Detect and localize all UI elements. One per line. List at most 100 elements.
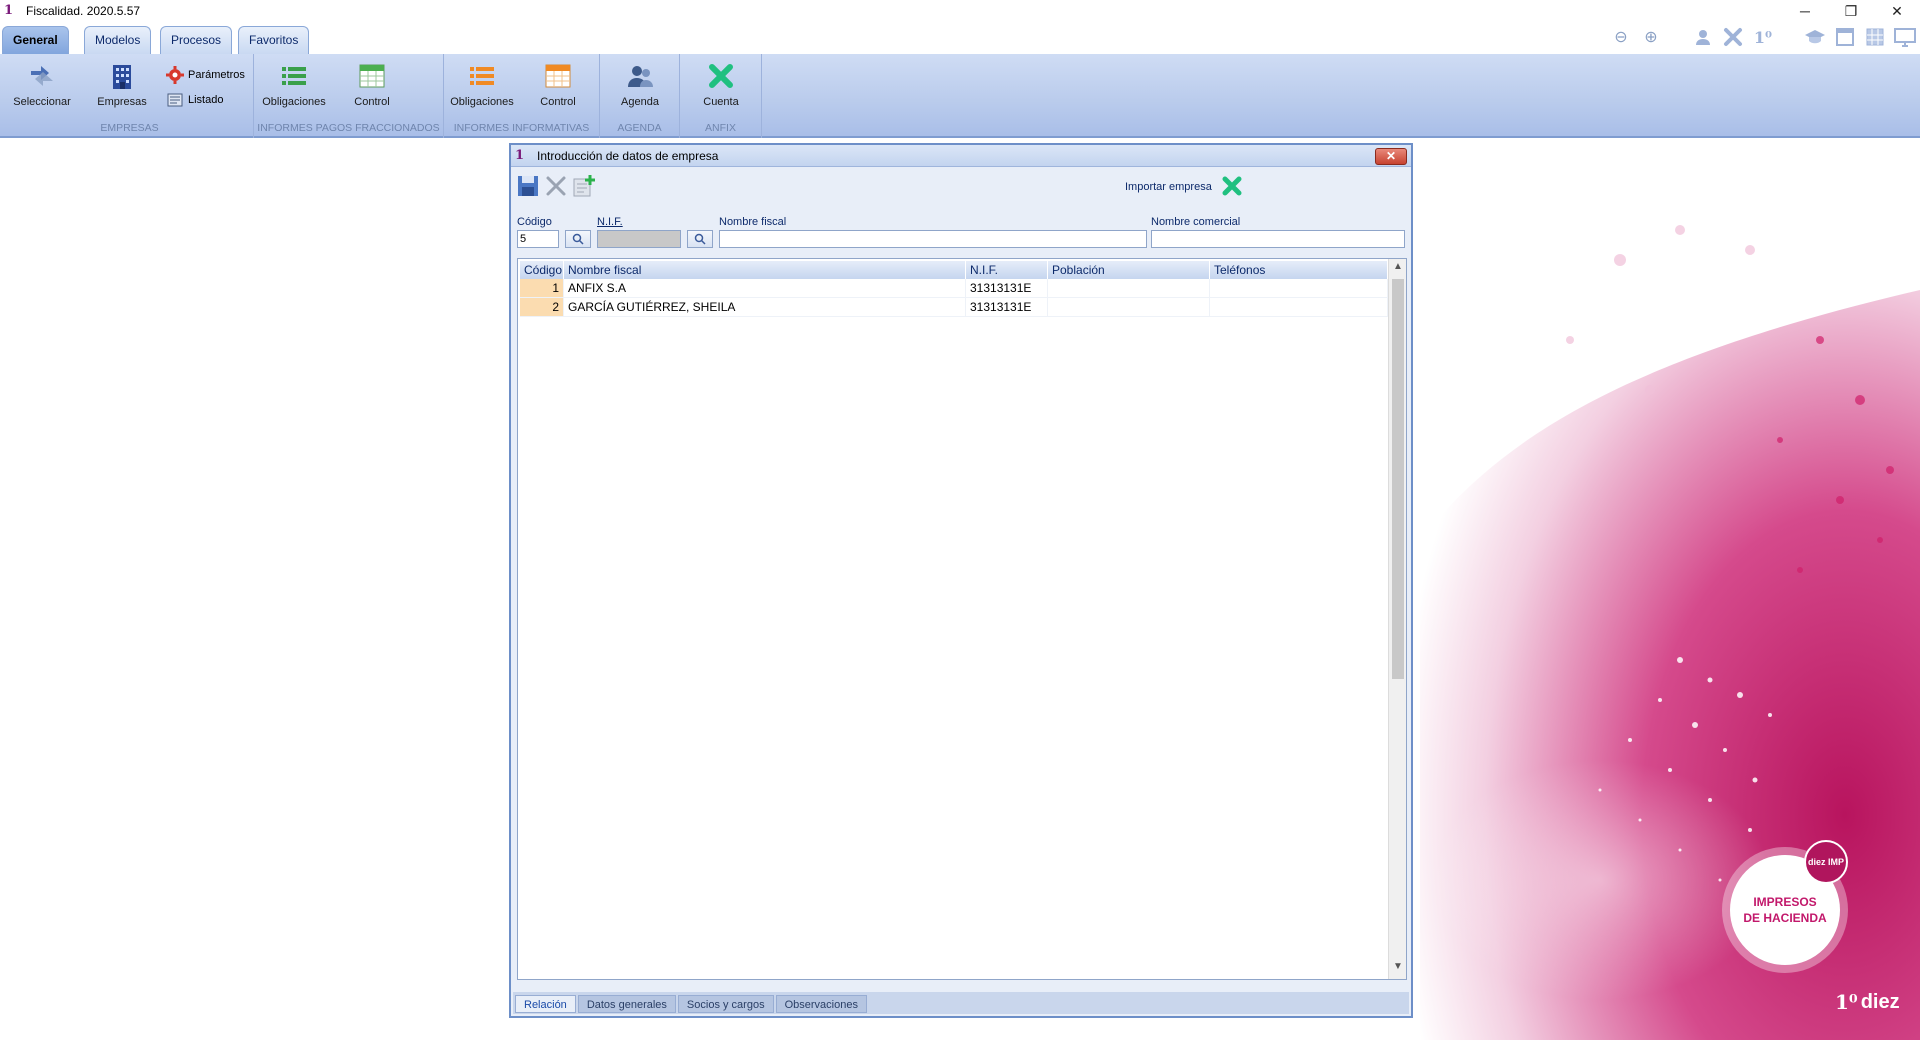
- user-icon[interactable]: [1692, 26, 1714, 48]
- cell-poblacion: [1048, 298, 1210, 316]
- group-label-empresas: EMPRESAS: [100, 122, 159, 134]
- filter-fields: Código 5 N.I.F. Nombre fiscal Nombre com…: [517, 212, 1407, 252]
- nif-input[interactable]: [597, 230, 681, 248]
- title-bar: 1 Fiscalidad. 2020.5.57 ─ ❐ ✕: [0, 0, 1920, 22]
- scroll-up-icon[interactable]: ▲: [1389, 261, 1407, 277]
- cell-codigo: 1: [520, 279, 564, 297]
- window-icon[interactable]: [1834, 26, 1856, 48]
- obligaciones-pf-button[interactable]: Obligaciones: [262, 60, 326, 108]
- tab-datos-generales[interactable]: Datos generales: [577, 995, 676, 1013]
- import-company-icon[interactable]: [1219, 173, 1245, 199]
- scroll-down-icon[interactable]: ▼: [1389, 961, 1407, 977]
- table-row[interactable]: 2 GARCÍA GUTIÉRREZ, SHEILA 31313131E: [520, 298, 1388, 317]
- cell-codigo: 2: [520, 298, 564, 316]
- col-codigo[interactable]: Código: [520, 261, 564, 279]
- col-nif[interactable]: N.I.F.: [966, 261, 1048, 279]
- tab-relacion[interactable]: Relación: [515, 995, 576, 1013]
- tab-procesos[interactable]: Procesos: [160, 26, 233, 54]
- app-logo-icon: 1: [4, 3, 14, 18]
- monitor-icon[interactable]: [1894, 26, 1916, 48]
- control-inf-label: Control: [540, 96, 576, 108]
- listado-label: Listado: [188, 94, 224, 106]
- group-label-pagos-fraccionados: INFORMES PAGOS FRACCIONADOS: [257, 122, 440, 134]
- companies-grid: Código Nombre fiscal N.I.F. Población Te…: [517, 258, 1407, 980]
- graduation-icon[interactable]: [1804, 26, 1826, 48]
- dialog-bottom-tabs: Relación Datos generales Socios y cargos…: [513, 992, 1409, 1014]
- new-record-icon[interactable]: [571, 173, 597, 199]
- table-row[interactable]: 1 ANFIX S.A 31313131E: [520, 279, 1388, 298]
- close-button[interactable]: ✕: [1874, 0, 1920, 22]
- nombre-fiscal-input[interactable]: [719, 230, 1147, 248]
- scroll-thumb[interactable]: [1392, 279, 1404, 679]
- codigo-label: Código: [517, 216, 552, 228]
- obligaciones-pf-label: Obligaciones: [262, 96, 326, 108]
- dialog-title: Introducción de datos de empresa: [537, 148, 719, 163]
- codigo-input[interactable]: 5: [517, 230, 559, 248]
- control-inf-button[interactable]: Control: [526, 60, 590, 108]
- col-poblacion[interactable]: Población: [1048, 261, 1210, 279]
- nombre-comercial-label: Nombre comercial: [1151, 216, 1241, 228]
- parametros-label: Parámetros: [188, 69, 245, 81]
- tab-observaciones[interactable]: Observaciones: [775, 995, 867, 1013]
- diez-logo-mark-icon: 1⁰: [1835, 990, 1858, 1014]
- agenda-button[interactable]: Agenda: [608, 60, 672, 108]
- cuenta-button[interactable]: Cuenta: [689, 60, 753, 108]
- nombre-fiscal-label: Nombre fiscal: [719, 216, 787, 228]
- calculator-icon[interactable]: [1864, 26, 1886, 48]
- col-nombre-fiscal[interactable]: Nombre fiscal: [564, 261, 966, 279]
- list-green-icon: [278, 60, 310, 92]
- dialog-close-button[interactable]: ✕: [1375, 148, 1407, 165]
- cell-telefonos: [1210, 298, 1388, 316]
- empresas-label: Empresas: [97, 96, 147, 108]
- people-icon: [624, 60, 656, 92]
- agenda-label: Agenda: [621, 96, 659, 108]
- zoom-in-icon[interactable]: ⊕: [1640, 26, 1662, 48]
- group-pagos-fraccionados: Obligaciones Control INFORMES PAGOS FRAC…: [254, 54, 444, 138]
- col-telefonos[interactable]: Teléfonos: [1210, 261, 1388, 279]
- tab-modelos[interactable]: Modelos: [84, 26, 152, 54]
- dialog-titlebar: 1 Introducción de datos de empresa ✕: [511, 145, 1411, 167]
- group-informativas: Obligaciones Control INFORMES INFORMATIV…: [444, 54, 600, 138]
- diez-logo-text: diez: [1860, 990, 1900, 1013]
- cell-telefonos: [1210, 279, 1388, 297]
- tab-general[interactable]: General: [2, 26, 69, 56]
- obligaciones-inf-button[interactable]: Obligaciones: [450, 60, 514, 108]
- arrows-icon: [26, 60, 58, 92]
- tab-socios-cargos[interactable]: Socios y cargos: [677, 995, 774, 1013]
- table-orange-icon: [542, 60, 574, 92]
- control-pf-button[interactable]: Control: [340, 60, 404, 108]
- parametros-button[interactable]: Parámetros: [166, 66, 245, 84]
- save-icon[interactable]: [515, 173, 541, 199]
- magnifier-icon: [694, 233, 706, 245]
- window-controls: ─ ❐ ✕: [1782, 0, 1920, 22]
- seleccionar-button[interactable]: Seleccionar: [10, 60, 74, 108]
- list-print-icon: [167, 93, 183, 107]
- diez-logo-icon[interactable]: 1⁰: [1752, 26, 1774, 48]
- list-orange-icon: [466, 60, 498, 92]
- tab-favoritos[interactable]: Favoritos: [238, 26, 310, 54]
- codigo-search-button[interactable]: [565, 230, 591, 248]
- control-pf-label: Control: [354, 96, 390, 108]
- restore-button[interactable]: ❐: [1828, 0, 1874, 22]
- app-title: Fiscalidad. 2020.5.57: [26, 4, 141, 18]
- grid-vertical-scrollbar[interactable]: ▲ ▼: [1388, 259, 1406, 979]
- seleccionar-label: Seleccionar: [13, 96, 71, 108]
- group-label-anfix: ANFIX: [705, 122, 736, 134]
- delete-icon[interactable]: [543, 173, 569, 199]
- import-company-label[interactable]: Importar empresa: [1125, 181, 1212, 193]
- gear-icon: [166, 66, 184, 84]
- zoom-out-icon[interactable]: ⊖: [1610, 26, 1632, 48]
- group-anfix: Cuenta ANFIX: [680, 54, 762, 138]
- nif-search-button[interactable]: [687, 230, 713, 248]
- nombre-comercial-input[interactable]: [1151, 230, 1405, 248]
- cuenta-label: Cuenta: [703, 96, 739, 108]
- anfix-x-icon[interactable]: [1722, 26, 1744, 48]
- empresas-button[interactable]: Empresas: [90, 60, 154, 108]
- cell-nif: 31313131E: [966, 279, 1048, 297]
- diez-imp-badge: diez IMP: [1804, 840, 1848, 884]
- listado-button[interactable]: Listado: [166, 91, 223, 109]
- group-agenda: Agenda AGENDA: [600, 54, 680, 138]
- minimize-button[interactable]: ─: [1782, 0, 1828, 22]
